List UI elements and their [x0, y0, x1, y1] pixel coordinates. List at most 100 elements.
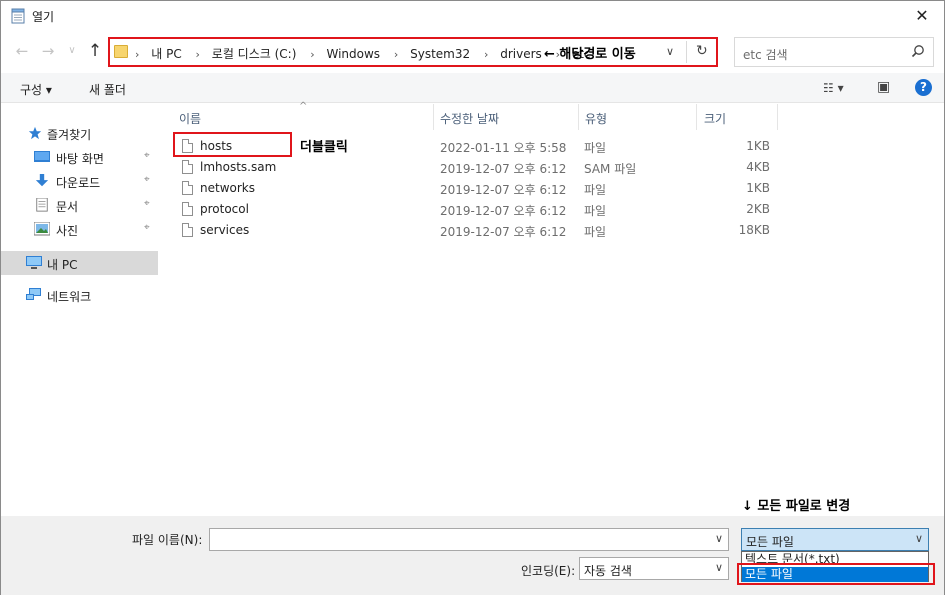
sidebar-item-label: 사진	[56, 224, 79, 238]
download-icon	[35, 174, 49, 187]
file-icon	[182, 160, 193, 174]
file-type: 파일	[584, 204, 607, 218]
file-row-lmhosts[interactable]: lmhosts.sam 2019-12-07 오후 6:12 SAM 파일 4K…	[161, 157, 944, 178]
sidebar-item-documents[interactable]: 문서 ⌖	[1, 193, 158, 217]
file-type: 파일	[584, 225, 607, 239]
sidebar-item-desktop[interactable]: 바탕 화면 ⌖	[1, 145, 158, 169]
divider	[686, 41, 687, 63]
file-date: 2019-12-07 오후 6:12	[440, 204, 567, 218]
file-name-input[interactable]: ∨	[209, 528, 729, 551]
column-label: 수정한 날짜	[440, 112, 500, 126]
file-type: 파일	[584, 183, 607, 197]
sidebar-item-network[interactable]: 네트워크	[1, 283, 158, 307]
file-row-networks[interactable]: networks 2019-12-07 오후 6:12 파일 1KB	[161, 178, 944, 199]
file-date: 2019-12-07 오후 6:12	[440, 183, 567, 197]
breadcrumb-separator: ›	[135, 48, 140, 61]
file-type: 파일	[584, 141, 607, 155]
column-label: 이름	[179, 112, 202, 126]
sidebar-item-label: 즐겨찾기	[47, 128, 92, 142]
column-header-name[interactable]: ^ 이름	[161, 101, 433, 130]
preview-pane-button[interactable]: ▣	[877, 79, 890, 95]
title-bar: 열기 ✕	[1, 1, 944, 31]
breadcrumb: › 내 PC › 로컬 디스크 (C:) › Windows › System3…	[132, 45, 593, 62]
breadcrumb-separator: ›	[195, 48, 200, 61]
file-icon	[182, 181, 193, 195]
document-icon	[36, 198, 48, 212]
all-files-highlight-box	[737, 563, 935, 585]
sidebar-item-label: 네트워크	[47, 290, 92, 304]
file-type-select[interactable]: 모든 파일 ∨	[741, 528, 929, 551]
notepad-icon	[11, 8, 25, 24]
sidebar-item-pictures[interactable]: 사진 ⌖	[1, 217, 158, 241]
new-folder-button[interactable]: 새 폴더	[89, 81, 126, 98]
sort-ascending-icon: ^	[299, 101, 308, 112]
file-name: networks	[200, 181, 255, 195]
file-icon	[182, 223, 193, 237]
view-options-button[interactable]: ☷ ▾	[823, 81, 844, 95]
column-header-date[interactable]: 수정한 날짜	[434, 104, 578, 130]
file-date: 2019-12-07 오후 6:12	[440, 225, 567, 239]
chevron-down-icon[interactable]: ∨	[915, 532, 923, 545]
file-name: lmhosts.sam	[200, 160, 277, 174]
breadcrumb-separator: ›	[393, 48, 399, 61]
command-bar: 구성 ▾ 새 폴더 ☷ ▾ ▣ ?	[1, 73, 944, 103]
up-button[interactable]: ↑	[85, 41, 105, 61]
file-size: 18KB	[738, 223, 770, 237]
crumb-local-disk[interactable]: 로컬 디스크 (C:)	[212, 47, 297, 61]
chevron-down-icon[interactable]: ∨	[715, 561, 723, 574]
file-size: 1KB	[746, 181, 770, 195]
file-icon	[182, 202, 193, 216]
hosts-highlight-box	[173, 132, 292, 157]
file-type-value: 모든 파일	[746, 535, 794, 549]
file-name-pane: 파일 이름(N): ∨ 모든 파일 ∨ 인코딩(E): 자동 검색 ∨ 텍스트 …	[1, 516, 944, 595]
breadcrumb-separator: ›	[483, 48, 489, 61]
encoding-value: 자동 검색	[584, 564, 632, 578]
help-icon[interactable]: ?	[915, 79, 932, 96]
column-label: 유형	[585, 112, 608, 126]
breadcrumb-separator: ›	[310, 48, 315, 61]
chevron-down-icon[interactable]: ∨	[715, 532, 723, 545]
column-divider[interactable]	[777, 104, 778, 130]
crumb-system32[interactable]: System32	[410, 47, 470, 61]
chevron-down-icon[interactable]: ∨	[666, 45, 674, 58]
pin-icon: ⌖	[144, 198, 150, 209]
network-icon	[26, 288, 41, 300]
file-name-label: 파일 이름(N):	[132, 533, 203, 547]
recent-locations-button[interactable]: ∨	[62, 41, 82, 61]
back-button[interactable]: ←	[12, 41, 32, 61]
crumb-windows[interactable]: Windows	[326, 47, 380, 61]
crumb-pc[interactable]: 내 PC	[151, 47, 181, 61]
pin-icon: ⌖	[144, 150, 150, 161]
crumb-drivers[interactable]: drivers	[500, 47, 542, 61]
close-button[interactable]: ✕	[900, 1, 944, 31]
desktop-icon	[34, 151, 50, 162]
address-bar[interactable]: › 내 PC › 로컬 디스크 (C:) › Windows › System3…	[108, 37, 718, 67]
star-icon	[28, 126, 42, 140]
refresh-icon[interactable]: ↻	[696, 43, 708, 59]
search-input[interactable]: etc 검색	[734, 37, 934, 67]
search-placeholder: etc 검색	[743, 48, 788, 62]
pin-icon: ⌖	[144, 174, 150, 185]
file-size: 2KB	[746, 202, 770, 216]
picture-icon	[34, 222, 50, 236]
column-header-size[interactable]: 크기	[697, 104, 777, 130]
encoding-select[interactable]: 자동 검색 ∨	[579, 557, 729, 580]
file-size: 1KB	[746, 139, 770, 153]
folder-icon	[114, 45, 128, 58]
sidebar-item-quick-access[interactable]: 즐겨찾기	[1, 121, 158, 145]
file-name: protocol	[200, 202, 249, 216]
sidebar-item-downloads[interactable]: 다운로드 ⌖	[1, 169, 158, 193]
forward-button[interactable]: →	[38, 41, 58, 61]
sidebar-item-label: 바탕 화면	[56, 152, 104, 166]
file-date: 2022-01-11 오후 5:58	[440, 141, 567, 155]
file-row-services[interactable]: services 2019-12-07 오후 6:12 파일 18KB	[161, 220, 944, 241]
sidebar-item-label: 내 PC	[47, 258, 78, 272]
file-size: 4KB	[746, 160, 770, 174]
navigation-pane: 즐겨찾기 바탕 화면 ⌖ 다운로드 ⌖ 문서 ⌖ 사진 ⌖ 내 PC 네트워크	[1, 104, 161, 516]
column-header-type[interactable]: 유형	[579, 104, 696, 130]
file-row-protocol[interactable]: protocol 2019-12-07 오후 6:12 파일 2KB	[161, 199, 944, 220]
file-date: 2019-12-07 오후 6:12	[440, 162, 567, 176]
organize-button[interactable]: 구성 ▾	[20, 81, 52, 98]
sidebar-item-this-pc[interactable]: 내 PC	[1, 251, 158, 275]
address-row: ← → ∨ ↑ › 내 PC › 로컬 디스크 (C:) › Windows ›…	[1, 33, 944, 69]
